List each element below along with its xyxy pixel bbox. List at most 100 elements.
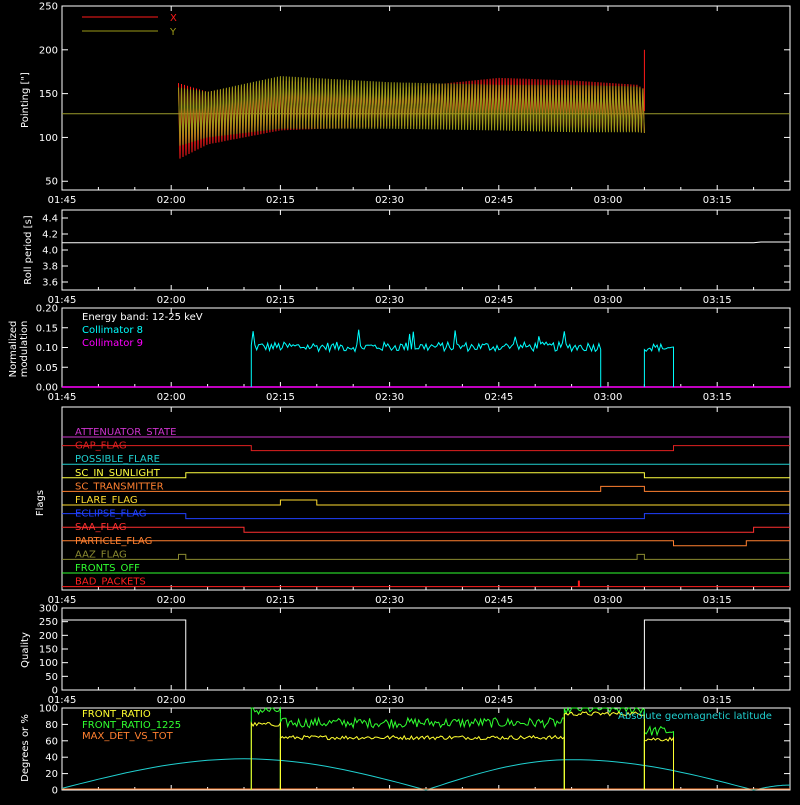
flags-xtick-label: 02:15 <box>266 595 295 606</box>
flag-label: ATTENUATOR_STATE <box>75 427 176 438</box>
roll-period-xtick-label: 02:15 <box>266 295 295 306</box>
roll-period-ytick-label: 4.0 <box>42 246 58 257</box>
ratios-ytick-label: 100 <box>39 704 58 715</box>
quality-ytick-label: 150 <box>39 645 58 656</box>
quality-ytick-label: 300 <box>39 604 58 615</box>
pointing-xtick-label: 02:15 <box>266 195 295 206</box>
quality-xtick-label: 03:00 <box>594 695 623 706</box>
mod-c9-label: Collimator 9 <box>82 338 143 349</box>
flag-label: FLARE_FLAG <box>75 495 138 506</box>
ratios-ytick-label: 20 <box>45 769 58 780</box>
ylabel-mod-1: Normalized <box>8 321 19 378</box>
quality-xtick-label: 02:30 <box>375 695 404 706</box>
modulation-xtick-label: 02:00 <box>157 392 186 403</box>
ratio-series-front_ratio_1225 <box>279 716 565 791</box>
modulation-ytick-label: 0.15 <box>36 323 58 334</box>
quality-line <box>62 619 790 691</box>
pointing-xtick-label: 03:15 <box>703 195 732 206</box>
flags-xtick-label: 02:45 <box>484 595 513 606</box>
pointing-xtick-label: 03:00 <box>594 195 623 206</box>
quality-ytick-label: 0 <box>52 686 58 697</box>
modulation-xtick-label: 03:15 <box>703 392 732 403</box>
ratio-series-front_ratio <box>563 711 645 791</box>
modulation-ytick-label: 0.20 <box>36 304 58 315</box>
pointing-ytick-label: 250 <box>39 2 58 13</box>
pointing-xtick-label: 02:45 <box>484 195 513 206</box>
pointing-xtick-label: 01:45 <box>48 195 77 206</box>
modulation-collimator-8-seg <box>643 342 675 388</box>
flag-line-aaz_flag <box>62 553 790 560</box>
modulation-xtick-label: 02:45 <box>484 392 513 403</box>
pointing-ytick-label: 150 <box>39 89 58 100</box>
pointing-ytick-label: 50 <box>45 177 58 188</box>
modulation-ytick-label: 0.05 <box>36 363 58 374</box>
flag-line-saa_flag <box>62 526 790 533</box>
pointing-ytick-label: 200 <box>39 45 58 56</box>
roll-period-xtick-label: 03:00 <box>594 295 623 306</box>
quality-xtick-label: 02:15 <box>266 695 295 706</box>
quality-xtick-label: 02:00 <box>157 695 186 706</box>
ratio-series-front_ratio_1225 <box>250 706 281 791</box>
roll-period-xtick-label: 02:00 <box>157 295 186 306</box>
roll-period-ytick-label: 4.4 <box>42 214 58 225</box>
rhessi-quicklook-chart: 01:45 02:00 02:15 02:30 02:45 03:00 03:15 50 100… <box>0 0 800 800</box>
quality-ytick-label: 200 <box>39 631 58 642</box>
ylabel-mod-2: modulation <box>19 321 30 378</box>
roll-period-line <box>62 241 790 244</box>
ratios-ytick-label: 60 <box>45 736 58 747</box>
modulation-xtick-label: 03:00 <box>594 392 623 403</box>
flags-xtick-label: 03:15 <box>703 595 732 606</box>
ratio-legend-c: MAX_DET_VS_TOT <box>82 731 174 742</box>
ratio-series-front_ratio_1225 <box>643 725 675 791</box>
flag-label: PARTICLE_FLAG <box>75 536 152 547</box>
flag-label: POSSIBLE_FLARE <box>75 454 160 465</box>
ylabel-quality: Quality <box>20 632 31 668</box>
modulation-xtick-label: 01:45 <box>48 392 77 403</box>
modulation-xtick-label: 02:30 <box>375 392 404 403</box>
flag-line-saa_flag_gap <box>62 445 790 452</box>
legend-x-label: X <box>170 13 177 24</box>
flag-line-eclipse_flag <box>62 513 790 520</box>
flag-label: SC_TRANSMITTER <box>75 481 164 492</box>
flag-label: BAD_PACKETS <box>75 577 146 588</box>
quality-ytick-label: 50 <box>45 672 58 683</box>
flag-label: ECLIPSE_FLAG <box>75 509 146 520</box>
modulation-ytick-label: 0.00 <box>36 383 58 394</box>
flag-label: FRONTS_OFF <box>75 563 140 574</box>
roll-period-xtick-label: 03:15 <box>703 295 732 306</box>
quality-ytick-label: 100 <box>39 658 58 669</box>
roll-period-xtick-label: 02:45 <box>484 295 513 306</box>
ylabel-ratio: Degrees or % <box>20 714 31 782</box>
quality-xtick-label: 03:15 <box>703 695 732 706</box>
flags-xtick-label: 03:00 <box>594 595 623 606</box>
ylabel-flags: Flags <box>35 490 46 516</box>
quality-xtick-label: 02:45 <box>484 695 513 706</box>
pointing-xtick-label: 02:30 <box>375 195 404 206</box>
mod-c8-label: Collimator 8 <box>82 325 143 336</box>
roll-period-ytick-label: 4.2 <box>42 230 58 241</box>
modulation-xtick-label: 02:15 <box>266 392 295 403</box>
legend-y-label: Y <box>169 27 177 38</box>
roll-period-ytick-label: 3.8 <box>42 262 58 273</box>
roll-period-frame <box>61 209 791 291</box>
ylabel-pointing: Pointing ["] <box>20 72 31 128</box>
roll-period-xtick-label: 02:30 <box>375 295 404 306</box>
flag-label: SC_IN_SUNLIGHT <box>75 468 161 479</box>
quality-ytick-label: 250 <box>39 617 58 628</box>
ratio-series-front_ratio <box>643 736 675 791</box>
ratio-legend-a: FRONT_RATIO <box>82 709 151 720</box>
ratio-series-front_ratio <box>250 721 281 791</box>
flag-line-sc_transmitter <box>62 485 790 492</box>
pointing-xtick-label: 02:00 <box>157 195 186 206</box>
ratio-legend-b: FRONT_RATIO_1225 <box>82 720 181 731</box>
ylabel-roll: Roll period [s] <box>23 215 34 284</box>
ratio-legend-d: Absolute geomagnetic latitude <box>618 711 772 722</box>
mod-energy-label: Energy band: 12-25 keV <box>82 312 203 323</box>
flag-label: GAP_FLAG <box>75 441 127 452</box>
flags-xtick-label: 02:30 <box>375 595 404 606</box>
roll-period-ytick-label: 3.6 <box>42 278 58 289</box>
modulation-ytick-label: 0.10 <box>36 343 58 354</box>
flag-line-sc_in_sunlight <box>62 472 790 479</box>
ratios-ytick-label: 80 <box>45 720 58 731</box>
ratios-ytick-label: 0 <box>52 786 58 797</box>
